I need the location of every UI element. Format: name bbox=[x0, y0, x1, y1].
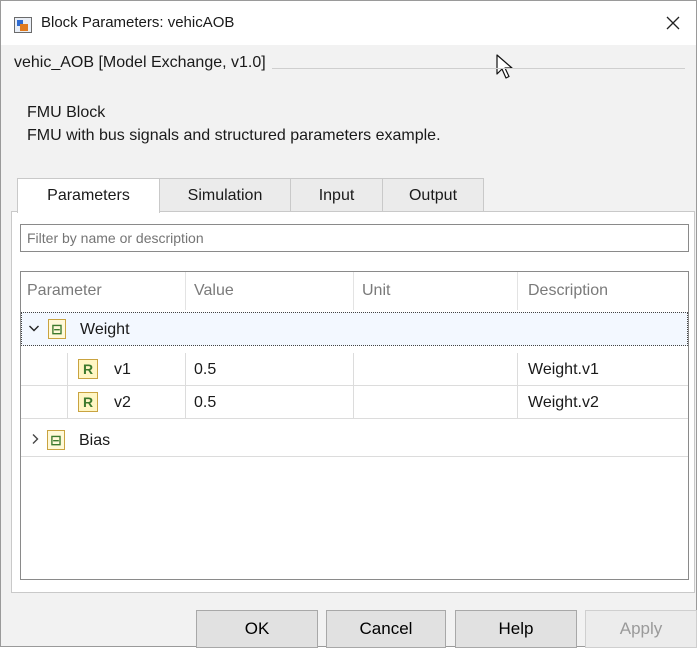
cancel-button[interactable]: Cancel bbox=[326, 610, 446, 648]
tab-input[interactable]: Input bbox=[290, 178, 383, 212]
close-icon bbox=[666, 16, 680, 30]
title-bar[interactable]: Block Parameters: vehicAOB bbox=[1, 1, 696, 45]
tab-simulation[interactable]: Simulation bbox=[159, 178, 291, 212]
column-header-parameter[interactable]: Parameter bbox=[21, 272, 186, 310]
column-header-unit[interactable]: Unit bbox=[354, 272, 518, 310]
block-parameters-dialog: Block Parameters: vehicAOB vehic_AOB [Mo… bbox=[0, 0, 697, 648]
parameter-table: Parameter Value Unit Description ⊟ Weigh… bbox=[20, 271, 689, 580]
column-header-description[interactable]: Description bbox=[518, 272, 688, 310]
filter-input[interactable] bbox=[20, 224, 689, 252]
table-row[interactable]: R v1 0.5 Weight.v1 bbox=[21, 353, 688, 386]
param-name: v2 bbox=[67, 386, 186, 419]
table-row[interactable]: ⊟ Bias bbox=[21, 424, 688, 457]
block-info-group bbox=[10, 68, 685, 172]
param-name: Bias bbox=[79, 432, 111, 449]
param-description: Weight.v2 bbox=[528, 394, 599, 411]
help-button[interactable]: Help bbox=[455, 610, 577, 648]
param-unit[interactable] bbox=[354, 386, 518, 419]
param-name: v1 bbox=[67, 353, 186, 386]
tab-output[interactable]: Output bbox=[382, 178, 484, 212]
block-group-title: vehic_AOB [Model Exchange, v1.0] bbox=[9, 54, 272, 72]
tab-parameters[interactable]: Parameters bbox=[17, 178, 160, 213]
apply-button[interactable]: Apply bbox=[585, 610, 697, 648]
close-button[interactable] bbox=[650, 1, 696, 45]
table-row[interactable]: R v2 0.5 Weight.v2 bbox=[21, 386, 688, 419]
param-name: Weight bbox=[80, 321, 130, 338]
tab-bar: Parameters Simulation Input Output bbox=[17, 178, 484, 213]
param-value[interactable]: 0.5 bbox=[186, 386, 354, 419]
window-title: Block Parameters: vehicAOB bbox=[41, 14, 235, 31]
struct-icon: ⊟ bbox=[48, 319, 66, 339]
simulink-block-icon bbox=[14, 17, 32, 33]
param-description: Weight.v1 bbox=[528, 361, 599, 378]
param-value[interactable]: 0.5 bbox=[186, 353, 354, 386]
column-header-value[interactable]: Value bbox=[186, 272, 354, 310]
ok-button[interactable]: OK bbox=[196, 610, 318, 648]
chevron-down-icon[interactable] bbox=[28, 313, 40, 346]
param-unit[interactable] bbox=[354, 353, 518, 386]
table-row[interactable]: ⊟ Weight bbox=[21, 312, 688, 346]
struct-icon: ⊟ bbox=[47, 430, 65, 450]
block-description: FMU with bus signals and structured para… bbox=[27, 127, 441, 144]
chevron-right-icon[interactable] bbox=[29, 424, 41, 457]
block-type-label: FMU Block bbox=[27, 104, 106, 121]
